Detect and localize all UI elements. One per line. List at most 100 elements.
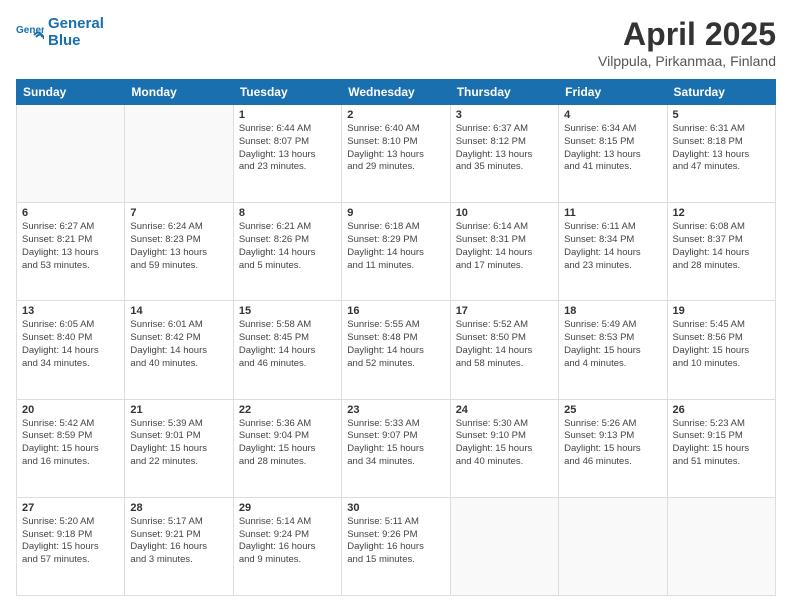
calendar-cell-w1-d1	[17, 105, 125, 203]
day-detail: Sunrise: 5:17 AMSunset: 9:21 PMDaylight:…	[130, 516, 227, 567]
week-row-5: 27 Sunrise: 5:20 AMSunset: 9:18 PMDayligh…	[17, 497, 776, 595]
day-number: 15	[239, 305, 336, 317]
day-detail: Sunrise: 5:49 AMSunset: 8:53 PMDaylight:…	[564, 319, 661, 370]
day-detail: Sunrise: 5:14 AMSunset: 9:24 PMDaylight:…	[239, 516, 336, 567]
day-number: 6	[22, 207, 119, 219]
day-detail: Sunrise: 6:21 AMSunset: 8:26 PMDaylight:…	[239, 221, 336, 272]
day-number: 28	[130, 502, 227, 514]
day-number: 16	[347, 305, 444, 317]
calendar-header-row: Sunday Monday Tuesday Wednesday Thursday…	[17, 80, 776, 105]
calendar-cell-w4-d2: 21Sunrise: 5:39 AMSunset: 9:01 PMDayligh…	[125, 399, 233, 497]
col-tuesday: Tuesday	[233, 80, 341, 105]
calendar-cell-w5-d6	[559, 497, 667, 595]
day-number: 23	[347, 404, 444, 416]
day-number: 21	[130, 404, 227, 416]
day-number: 1	[239, 109, 336, 121]
day-number: 25	[564, 404, 661, 416]
calendar-cell-w2-d1: 6Sunrise: 6:27 AMSunset: 8:21 PMDaylight…	[17, 203, 125, 301]
title-section: April 2025 Vilppula, Pirkanmaa, Finland	[598, 16, 776, 69]
week-row-2: 6Sunrise: 6:27 AMSunset: 8:21 PMDaylight…	[17, 203, 776, 301]
day-number: 2	[347, 109, 444, 121]
page: General General Blue April 2025 Vilppula…	[0, 0, 792, 612]
calendar-cell-w3-d1: 13Sunrise: 6:05 AMSunset: 8:40 PMDayligh…	[17, 301, 125, 399]
calendar-cell-w5-d4: 30Sunrise: 5:11 AMSunset: 9:26 PMDayligh…	[342, 497, 450, 595]
calendar-cell-w2-d4: 9 Sunrise: 6:18 AMSunset: 8:29 PMDaylight…	[342, 203, 450, 301]
day-detail: Sunrise: 5:30 AMSunset: 9:10 PMDaylight:…	[456, 418, 553, 469]
day-number: 26	[673, 404, 770, 416]
day-detail: Sunrise: 6:01 AMSunset: 8:42 PMDaylight:…	[130, 319, 227, 370]
day-detail: Sunrise: 5:52 AMSunset: 8:50 PMDaylight:…	[456, 319, 553, 370]
col-monday: Monday	[125, 80, 233, 105]
day-detail: Sunrise: 6:44 AMSunset: 8:07 PMDaylight:…	[239, 123, 336, 174]
col-thursday: Thursday	[450, 80, 558, 105]
day-number: 7	[130, 207, 227, 219]
calendar-cell-w3-d7: 19 Sunrise: 5:45 AMSunset: 8:56 PMDayligh…	[667, 301, 775, 399]
main-title: April 2025	[598, 16, 776, 53]
day-number: 5	[673, 109, 770, 121]
calendar-cell-w4-d4: 23Sunrise: 5:33 AMSunset: 9:07 PMDayligh…	[342, 399, 450, 497]
calendar-cell-w5-d3: 29 Sunrise: 5:14 AMSunset: 9:24 PMDayligh…	[233, 497, 341, 595]
calendar-cell-w5-d7	[667, 497, 775, 595]
day-detail: Sunrise: 6:11 AMSunset: 8:34 PMDaylight:…	[564, 221, 661, 272]
calendar-cell-w2-d2: 7 Sunrise: 6:24 AMSunset: 8:23 PMDaylight…	[125, 203, 233, 301]
day-detail: Sunrise: 5:36 AMSunset: 9:04 PMDaylight:…	[239, 418, 336, 469]
day-detail: Sunrise: 6:05 AMSunset: 8:40 PMDaylight:…	[22, 319, 119, 370]
day-number: 18	[564, 305, 661, 317]
day-number: 4	[564, 109, 661, 121]
col-friday: Friday	[559, 80, 667, 105]
calendar-cell-w2-d3: 8 Sunrise: 6:21 AMSunset: 8:26 PMDaylight…	[233, 203, 341, 301]
calendar-cell-w1-d3: 1 Sunrise: 6:44 AMSunset: 8:07 PMDaylight…	[233, 105, 341, 203]
day-detail: Sunrise: 6:34 AMSunset: 8:15 PMDaylight:…	[564, 123, 661, 174]
day-number: 29	[239, 502, 336, 514]
day-detail: Sunrise: 5:45 AMSunset: 8:56 PMDaylight:…	[673, 319, 770, 370]
calendar-table: Sunday Monday Tuesday Wednesday Thursday…	[16, 79, 776, 596]
calendar-cell-w1-d7: 5 Sunrise: 6:31 AMSunset: 8:18 PMDaylight…	[667, 105, 775, 203]
col-saturday: Saturday	[667, 80, 775, 105]
calendar-cell-w4-d7: 26Sunrise: 5:23 AMSunset: 9:15 PMDayligh…	[667, 399, 775, 497]
calendar-cell-w2-d7: 12 Sunrise: 6:08 AMSunset: 8:37 PMDayligh…	[667, 203, 775, 301]
logo-content: General General Blue	[16, 16, 104, 49]
day-number: 10	[456, 207, 553, 219]
day-detail: Sunrise: 6:18 AMSunset: 8:29 PMDaylight:…	[347, 221, 444, 272]
day-number: 3	[456, 109, 553, 121]
calendar-cell-w3-d6: 18 Sunrise: 5:49 AMSunset: 8:53 PMDayligh…	[559, 301, 667, 399]
calendar-cell-w3-d2: 14 Sunrise: 6:01 AMSunset: 8:42 PMDayligh…	[125, 301, 233, 399]
week-row-3: 13Sunrise: 6:05 AMSunset: 8:40 PMDayligh…	[17, 301, 776, 399]
day-detail: Sunrise: 6:24 AMSunset: 8:23 PMDaylight:…	[130, 221, 227, 272]
day-detail: Sunrise: 5:20 AMSunset: 9:18 PMDaylight:…	[22, 516, 119, 567]
day-number: 24	[456, 404, 553, 416]
calendar-cell-w4-d3: 22Sunrise: 5:36 AMSunset: 9:04 PMDayligh…	[233, 399, 341, 497]
day-number: 14	[130, 305, 227, 317]
day-number: 27	[22, 502, 119, 514]
calendar-cell-w4-d1: 20 Sunrise: 5:42 AMSunset: 8:59 PMDayligh…	[17, 399, 125, 497]
header: General General Blue April 2025 Vilppula…	[16, 16, 776, 69]
day-number: 19	[673, 305, 770, 317]
day-number: 20	[22, 404, 119, 416]
day-detail: Sunrise: 5:42 AMSunset: 8:59 PMDaylight:…	[22, 418, 119, 469]
calendar-cell-w5-d5	[450, 497, 558, 595]
week-row-4: 20 Sunrise: 5:42 AMSunset: 8:59 PMDayligh…	[17, 399, 776, 497]
day-number: 17	[456, 305, 553, 317]
calendar-cell-w2-d5: 10 Sunrise: 6:14 AMSunset: 8:31 PMDayligh…	[450, 203, 558, 301]
day-number: 11	[564, 207, 661, 219]
calendar-cell-w3-d3: 15Sunrise: 5:58 AMSunset: 8:45 PMDayligh…	[233, 301, 341, 399]
day-number: 9	[347, 207, 444, 219]
day-number: 12	[673, 207, 770, 219]
logo: General General Blue	[16, 16, 104, 49]
calendar-cell-w5-d2: 28 Sunrise: 5:17 AMSunset: 9:21 PMDayligh…	[125, 497, 233, 595]
calendar-cell-w3-d5: 17 Sunrise: 5:52 AMSunset: 8:50 PMDayligh…	[450, 301, 558, 399]
calendar-cell-w1-d6: 4 Sunrise: 6:34 AMSunset: 8:15 PMDaylight…	[559, 105, 667, 203]
day-number: 8	[239, 207, 336, 219]
logo-line2: Blue	[48, 33, 104, 50]
calendar-cell-w5-d1: 27 Sunrise: 5:20 AMSunset: 9:18 PMDayligh…	[17, 497, 125, 595]
day-detail: Sunrise: 6:31 AMSunset: 8:18 PMDaylight:…	[673, 123, 770, 174]
logo-icon: General	[16, 19, 44, 47]
logo-line1: General	[48, 16, 104, 33]
calendar-cell-w1-d2	[125, 105, 233, 203]
calendar-cell-w4-d6: 25Sunrise: 5:26 AMSunset: 9:13 PMDayligh…	[559, 399, 667, 497]
week-row-1: 1 Sunrise: 6:44 AMSunset: 8:07 PMDaylight…	[17, 105, 776, 203]
day-detail: Sunrise: 6:14 AMSunset: 8:31 PMDaylight:…	[456, 221, 553, 272]
day-detail: Sunrise: 6:08 AMSunset: 8:37 PMDaylight:…	[673, 221, 770, 272]
calendar-cell-w4-d5: 24 Sunrise: 5:30 AMSunset: 9:10 PMDayligh…	[450, 399, 558, 497]
logo-text: General Blue	[48, 16, 104, 49]
